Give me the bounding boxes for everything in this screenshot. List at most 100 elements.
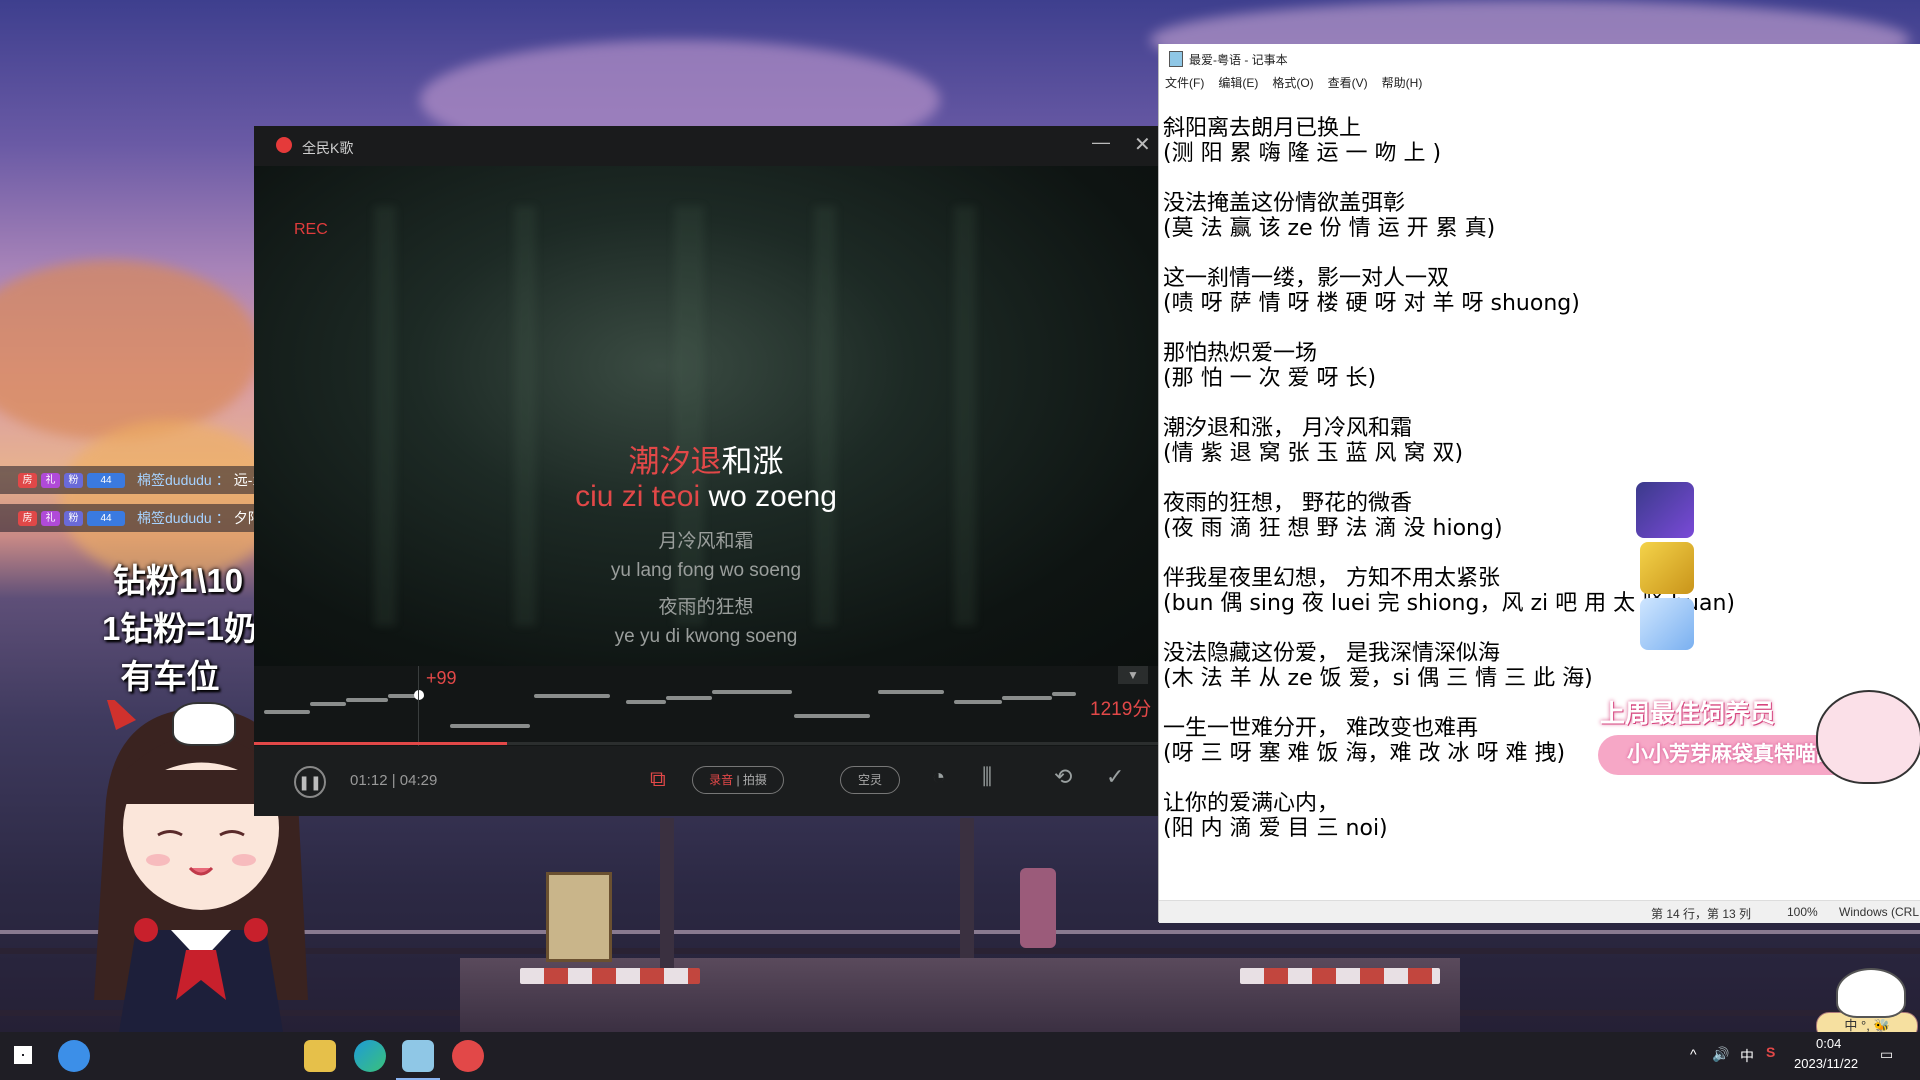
menu-edit[interactable]: 编辑(E) xyxy=(1218,76,1258,90)
notepad-app-icon xyxy=(1169,51,1183,67)
current-lyric-pinyin: ciu zi teoi wo zoeng xyxy=(254,480,1158,514)
menu-view[interactable]: 查看(V) xyxy=(1328,76,1368,90)
kuwo-app-icon[interactable] xyxy=(58,1040,90,1072)
level-badge: 44 xyxy=(87,510,125,526)
rec-indicator: REC xyxy=(294,221,328,238)
pitch-bar xyxy=(346,698,388,702)
clock-time[interactable]: 0:04 xyxy=(1816,1036,1841,1051)
notification-icon[interactable]: ▭ xyxy=(1880,1046,1893,1063)
karaoke-logo-icon xyxy=(276,137,292,153)
level-badge: 44 xyxy=(87,472,125,488)
tray-chevron-icon[interactable]: ^ xyxy=(1690,1046,1697,1062)
rocket-gift-icon xyxy=(1636,482,1694,538)
current-lyric-cn: 潮汐退和涨 xyxy=(254,436,1158,481)
menu-format[interactable]: 格式(O) xyxy=(1272,76,1313,90)
equalizer-icon[interactable]: ⫼ xyxy=(982,764,992,790)
crossing-barrier xyxy=(520,968,700,984)
status-zoom: 100% xyxy=(1787,905,1818,919)
pitch-bar xyxy=(878,690,944,694)
owl-app-icon[interactable] xyxy=(304,1040,336,1072)
record-toggle[interactable]: 录音 | 拍摄 xyxy=(692,766,784,794)
pitch-line xyxy=(418,666,419,746)
lyric-rest-part: wo zoeng xyxy=(700,480,837,513)
lyric-sung-part: ciu zi teoi xyxy=(575,480,701,513)
fan-badge: 粉 xyxy=(64,472,83,488)
speed-icon[interactable]: ◔ xyxy=(932,764,945,790)
notepad-titlebar[interactable]: 最爱-粤语 - 记事本 xyxy=(1159,44,1920,72)
crossing-barrier xyxy=(1240,968,1440,984)
taskbar: ^ 🔊 中 S 0:04 2023/11/22 ▭ xyxy=(0,1032,1920,1080)
ime-mode: 中 xyxy=(1844,1018,1858,1033)
karaoke-taskbar-icon[interactable] xyxy=(452,1040,484,1072)
finish-check-icon[interactable]: ✓ xyxy=(1106,764,1124,790)
start-windows-icon[interactable] xyxy=(14,1046,32,1064)
pause-button[interactable]: ❚❚ xyxy=(294,766,326,798)
notepad-title: 最爱-粤语 - 记事本 xyxy=(1189,53,1288,67)
chat-separator: ： xyxy=(215,510,230,526)
gift-badge: 礼 xyxy=(41,472,60,488)
loop-icon[interactable]: ⟲ xyxy=(1054,764,1072,790)
karaoke-title: 全民K歌 xyxy=(302,140,354,156)
collapse-icon[interactable]: ▼ xyxy=(1118,666,1148,684)
next-lyric-cn: 月冷风和霜 xyxy=(658,531,754,552)
pitch-bar xyxy=(626,700,666,704)
notepad-window: 最爱-粤语 - 记事本 文件(F) 编辑(E) 格式(O) 查看(V) 帮助(H) 斜阳… xyxy=(1158,44,1920,923)
status-cursor-position: 第 14 行，第 13 列 xyxy=(1651,907,1752,921)
song-progress-fill xyxy=(254,742,508,745)
cat-mascot-icon xyxy=(1836,968,1906,1018)
menu-help[interactable]: 帮助(H) xyxy=(1382,76,1423,90)
rank-badge: 房 xyxy=(18,472,37,488)
pitch-bar xyxy=(794,714,870,718)
notepad-taskbar-icon[interactable] xyxy=(402,1040,434,1072)
notepad-menubar: 文件(F) 编辑(E) 格式(O) 查看(V) 帮助(H) xyxy=(1159,74,1920,96)
record-label: 录音 xyxy=(709,773,734,787)
karaoke-window: 全民K歌 — ✕ REC 潮汐退和涨 ciu zi teoi wo zoeng … xyxy=(254,126,1158,816)
pitch-bar xyxy=(1052,692,1076,696)
pitch-graph: +99 ▼ 1219分 xyxy=(254,666,1158,746)
chat-username: 棉签dududu xyxy=(137,510,212,526)
pig-mascot-icon xyxy=(1816,690,1920,784)
pitch-bar xyxy=(1002,696,1052,700)
pitch-bar xyxy=(954,700,1002,704)
score-total: 1219分 xyxy=(1090,699,1152,720)
next-lyric-pinyin: yu lang fong wo soeng xyxy=(610,560,802,581)
effect-mode-button[interactable]: 空灵 xyxy=(840,766,900,794)
mascot-ghost-icon xyxy=(172,702,236,746)
karaoke-titlebar[interactable]: 全民K歌 — ✕ xyxy=(254,126,1158,166)
signboard xyxy=(546,872,612,962)
lyric-rest-part: 和涨 xyxy=(721,444,784,479)
next2-lyric-pinyin: ye yu di kwong soeng xyxy=(614,626,798,647)
crossing-pole xyxy=(960,818,974,958)
song-progress-track[interactable] xyxy=(254,742,1158,745)
wallpaper-cloud xyxy=(0,260,260,440)
sogou-icon[interactable]: S xyxy=(1766,1044,1775,1060)
chat-separator: ： xyxy=(215,472,230,488)
crossing-pole xyxy=(660,818,674,978)
plane-gift-icon xyxy=(1640,598,1694,650)
notepad-statusbar: 第 14 行，第 13 列 100% Windows (CRL xyxy=(1159,900,1920,923)
close-button[interactable]: ✕ xyxy=(1134,132,1151,157)
chat-username: 棉签dududu xyxy=(137,472,212,488)
ime-punct: °, xyxy=(1861,1018,1870,1033)
photo-icon[interactable]: ⧉ xyxy=(650,766,666,792)
ime-skin: 🐝 xyxy=(1873,1018,1890,1033)
minimize-button[interactable]: — xyxy=(1092,132,1110,153)
status-encoding: Windows (CRL xyxy=(1839,905,1920,919)
best-feeder-label: 上周最佳饲养员 xyxy=(1600,700,1776,728)
pitch-bar xyxy=(712,690,792,694)
gold-card-gift-icon xyxy=(1640,542,1694,594)
score-bonus: +99 xyxy=(426,668,457,688)
speaker-icon[interactable]: 🔊 xyxy=(1712,1046,1729,1063)
karaoke-video: REC 潮汐退和涨 ciu zi teoi wo zoeng 月冷风和霜 yu … xyxy=(254,166,1158,666)
time-display: 01:12 | 04:29 xyxy=(350,772,438,789)
edge-browser-icon[interactable] xyxy=(354,1040,386,1072)
rank-badge: 房 xyxy=(18,510,37,526)
ime-indicator[interactable]: 中 xyxy=(1740,1046,1754,1066)
menu-file[interactable]: 文件(F) xyxy=(1165,76,1204,90)
clock-date[interactable]: 2023/11/22 xyxy=(1794,1056,1858,1071)
beat-label: 拍摄 xyxy=(742,773,767,787)
pitch-bar xyxy=(534,694,610,698)
pitch-bar xyxy=(450,724,530,728)
pitch-cursor xyxy=(414,690,424,700)
fan-badge: 粉 xyxy=(64,510,83,526)
